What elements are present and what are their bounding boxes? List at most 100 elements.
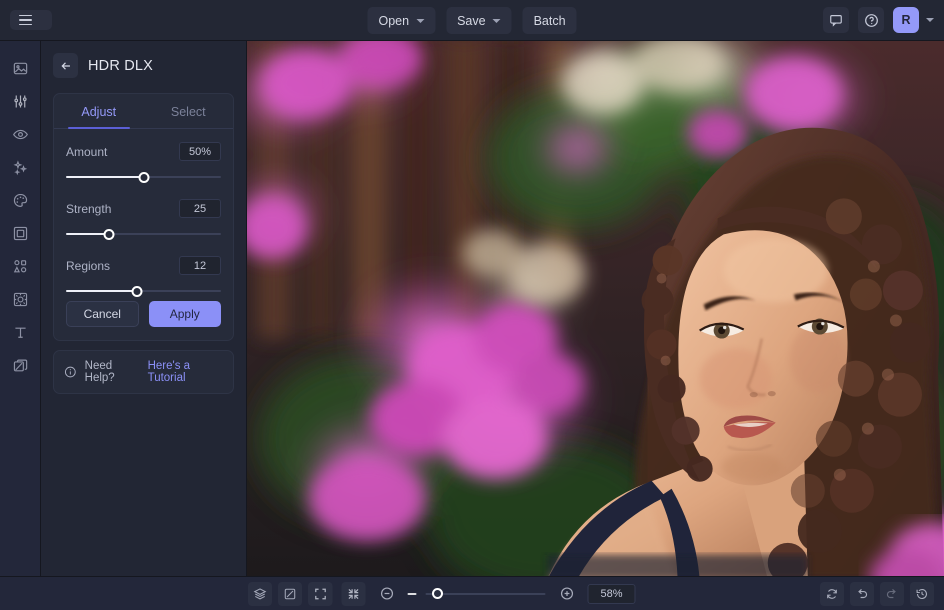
palette-icon (13, 193, 27, 207)
slider-amount-track[interactable] (66, 170, 221, 184)
panel-actions: Cancel Apply (54, 301, 233, 327)
app-body: HDR DLX Adjust Select Amount 50% Strengt… (0, 41, 944, 576)
open-label: Open (378, 13, 410, 28)
chevron-down-icon[interactable] (926, 18, 934, 22)
reset-button[interactable] (820, 581, 844, 606)
hamburger-icon (19, 14, 32, 26)
tool-rail (0, 41, 41, 576)
frame-icon (13, 226, 27, 241)
bottom-right-actions (820, 581, 934, 606)
slider-strength-track[interactable] (66, 227, 221, 241)
top-center-actions: Open Save Batch (367, 0, 577, 41)
slider-amount-label: Amount (66, 144, 108, 159)
slider-strength-value[interactable]: 25 (179, 199, 221, 218)
slider-regions-value[interactable]: 12 (179, 256, 221, 275)
sidebar-item-layers[interactable] (5, 349, 35, 382)
fit-screen-icon (315, 588, 326, 599)
slider-regions-thumb[interactable] (131, 285, 143, 297)
sidebar-item-image[interactable] (5, 52, 35, 85)
save-button[interactable]: Save (446, 7, 512, 34)
actual-size-button[interactable] (341, 581, 366, 606)
bottom-toolbar: 58% (0, 576, 944, 610)
undo-icon (858, 588, 868, 598)
compare-button[interactable] (278, 581, 302, 606)
panel-header: HDR DLX (53, 51, 234, 84)
sidebar-item-text[interactable] (5, 316, 35, 349)
slider-amount: Amount 50% (66, 142, 221, 184)
tab-select[interactable]: Select (144, 94, 234, 128)
plus-circle-icon (560, 587, 573, 600)
sidebar-item-retouch[interactable] (5, 118, 35, 151)
minus-circle-icon (380, 587, 393, 600)
help-button[interactable] (858, 7, 884, 33)
collapse-icon (348, 588, 359, 599)
chevron-down-icon (416, 18, 425, 23)
zoom-slider[interactable] (425, 587, 546, 601)
save-label: Save (457, 13, 486, 28)
slider-amount-thumb[interactable] (138, 171, 149, 183)
adjust-card: Adjust Select Amount 50% Strength 25 Reg… (53, 93, 234, 341)
zoom-slider-thumb[interactable] (432, 588, 443, 599)
duplicate-icon (13, 359, 27, 372)
zoom-track-start (407, 592, 417, 595)
redo-button[interactable] (880, 581, 904, 606)
overlay-icon (13, 292, 27, 307)
canvas-area[interactable] (247, 41, 944, 576)
tab-adjust[interactable]: Adjust (54, 94, 144, 128)
help-text: Need Help? (84, 360, 115, 384)
apply-button[interactable]: Apply (148, 301, 221, 327)
zoom-controls: 58% (308, 581, 636, 606)
tutorial-link[interactable]: Here's a Tutorial (148, 360, 223, 384)
zoom-in-button[interactable] (555, 582, 579, 606)
history-icon (916, 588, 928, 599)
text-icon (14, 327, 26, 338)
sliders-icon (13, 95, 27, 108)
sidebar-item-shapes[interactable] (5, 250, 35, 283)
batch-label: Batch (533, 13, 566, 28)
sidebar-item-adjust[interactable] (5, 85, 35, 118)
top-toolbar: Open Save Batch R (0, 0, 944, 41)
effect-panel: HDR DLX Adjust Select Amount 50% Strengt… (41, 41, 247, 576)
chevron-down-icon (492, 18, 501, 23)
layers-button[interactable] (248, 581, 272, 606)
slider-strength-thumb[interactable] (103, 228, 115, 240)
undo-button[interactable] (850, 581, 874, 606)
cancel-button[interactable]: Cancel (66, 301, 139, 327)
compare-icon (284, 588, 296, 599)
layers-icon (253, 587, 267, 599)
shapes-icon (13, 260, 26, 273)
slider-regions: Regions 12 (66, 256, 221, 298)
sidebar-item-overlay[interactable] (5, 283, 35, 316)
sidebar-item-frames[interactable] (5, 217, 35, 250)
open-button[interactable]: Open (367, 7, 436, 34)
slider-amount-value[interactable]: 50% (179, 142, 221, 161)
photo-editor-app: Open Save Batch R HDR DLX Adjust Select … (0, 0, 944, 610)
history-button[interactable] (910, 581, 934, 606)
slider-regions-label: Regions (66, 258, 111, 273)
avatar[interactable]: R (893, 7, 919, 33)
zoom-out-button[interactable] (375, 582, 399, 606)
slider-regions-track[interactable] (66, 284, 221, 298)
photo-image[interactable] (247, 41, 944, 576)
redo-icon (886, 588, 896, 598)
portrait-illustration (247, 41, 944, 576)
panel-tabs: Adjust Select (54, 94, 233, 129)
app-menu-button[interactable] (10, 9, 52, 31)
image-icon (13, 62, 27, 75)
arrow-left-icon (60, 61, 70, 70)
comment-icon (830, 15, 842, 27)
info-circle-icon (64, 366, 76, 378)
batch-button[interactable]: Batch (522, 7, 577, 34)
slider-group: Amount 50% Strength 25 Regions 12 (54, 129, 233, 298)
back-button[interactable] (53, 53, 78, 78)
sidebar-item-color[interactable] (5, 184, 35, 217)
help-banner[interactable]: Need Help? Here's a Tutorial (53, 350, 234, 394)
refresh-icon (827, 588, 837, 599)
feedback-button[interactable] (823, 7, 849, 33)
sidebar-item-effects[interactable] (5, 151, 35, 184)
eye-icon (12, 129, 28, 140)
slider-strength-label: Strength (66, 201, 112, 216)
fit-screen-button[interactable] (308, 581, 333, 606)
zoom-level-value[interactable]: 58% (587, 583, 636, 604)
top-right-actions: R (823, 7, 934, 33)
